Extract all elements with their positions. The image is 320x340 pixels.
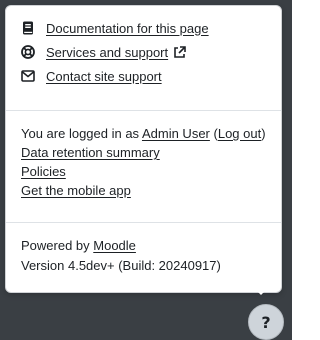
logout-close-paren: ) — [261, 126, 266, 141]
popover-divider — [6, 222, 281, 223]
help-button-label: ? — [261, 312, 271, 332]
contact-support-link[interactable]: Contact site support — [6, 64, 281, 88]
services-support-link[interactable]: Services and support — [6, 40, 281, 64]
contact-support-link-label[interactable]: Contact site support — [46, 69, 162, 84]
data-retention-line: Data retention summary — [6, 143, 281, 162]
popover-account-section: You are logged in as Admin User (Log out… — [6, 124, 281, 200]
logout-link[interactable]: Log out — [218, 126, 261, 141]
powered-by-line: Powered by Moodle — [6, 236, 281, 256]
popover-divider — [6, 110, 281, 111]
data-retention-link[interactable]: Data retention summary — [21, 145, 160, 160]
services-support-link-label[interactable]: Services and support — [46, 45, 168, 60]
popover-links-section: Documentation for this page Services and… — [6, 16, 281, 88]
book-icon — [21, 21, 35, 35]
footer-popover: Documentation for this page Services and… — [5, 5, 282, 293]
external-link-icon — [173, 45, 186, 59]
popover-arrow — [253, 287, 269, 295]
policies-link[interactable]: Policies — [21, 164, 66, 179]
lifebuoy-icon — [21, 45, 35, 59]
user-profile-link[interactable]: Admin User — [142, 126, 210, 141]
version-line: Version 4.5dev+ (Build: 20240917) — [6, 256, 281, 276]
mobile-app-line: Get the mobile app — [6, 181, 281, 200]
moodle-link[interactable]: Moodle — [93, 238, 136, 253]
powered-by-prefix: Powered by — [21, 238, 94, 253]
popover-footer-section: Powered by Moodle Version 4.5dev+ (Build… — [6, 236, 281, 276]
documentation-link[interactable]: Documentation for this page — [6, 16, 281, 40]
policies-line: Policies — [6, 162, 281, 181]
logout-open-paren: ( — [209, 126, 218, 141]
logged-in-prefix: You are logged in as — [21, 126, 142, 141]
mobile-app-link[interactable]: Get the mobile app — [21, 183, 131, 198]
documentation-link-label[interactable]: Documentation for this page — [46, 21, 209, 36]
logged-in-line: You are logged in as Admin User (Log out… — [6, 124, 281, 143]
version-text: Version 4.5dev+ (Build: 20240917) — [21, 258, 221, 273]
envelope-icon — [21, 69, 35, 83]
help-button[interactable]: ? — [248, 304, 284, 340]
